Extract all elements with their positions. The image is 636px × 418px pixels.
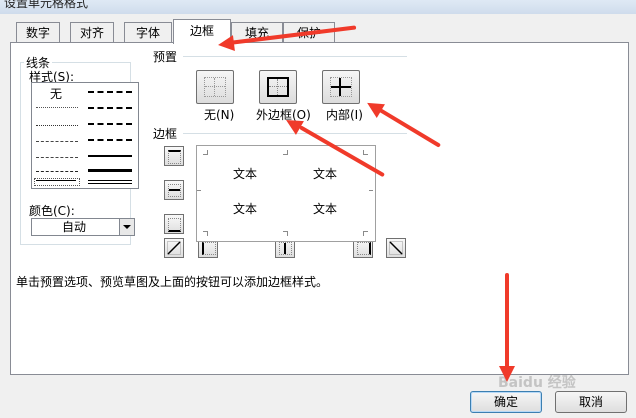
preset-inside-button[interactable] [322,70,360,104]
line-style-dash-dot[interactable] [36,157,78,158]
border-diagonal-up-button[interactable] [164,238,184,258]
line-style-hair[interactable] [36,107,78,108]
preset-none-label: 无(N) [204,108,235,122]
preset-none-icon [204,77,226,97]
preview-corner-mark [283,150,288,155]
preview-corner-mark [363,150,368,155]
line-style-thin[interactable] [36,180,76,181]
annotation-arrow [378,108,442,148]
annotation-arrow [228,25,357,45]
line-style-dash-dot-dot[interactable] [36,141,78,142]
line-style-thick[interactable] [88,169,132,172]
preset-inside-icon [330,77,352,97]
preview-corner-mark [203,150,208,155]
border-diagonal-down-button[interactable] [386,238,406,258]
preview-corner-mark [369,186,373,191]
preview-text: 文本 [233,202,258,216]
hint-text: 单击预置选项、预览草图及上面的按钮可以添加边框样式。 [16,275,329,289]
cancel-button[interactable]: 取消 [555,391,627,413]
diagonal-up-icon [167,241,181,255]
presets-divider [183,56,407,57]
border-top-button[interactable] [164,146,184,166]
preview-corner-mark [363,231,368,236]
border-bottom-button[interactable] [164,214,184,234]
annotation-arrowhead [499,366,515,382]
dropdown-button[interactable] [119,219,134,235]
chevron-down-icon [123,225,131,229]
border-left-icon [202,242,216,255]
border-inside-vertical-icon [279,242,292,255]
preset-inside-label: 内部(I) [326,108,363,122]
diagonal-down-icon [389,241,403,255]
line-style-none[interactable]: 无 [50,85,62,102]
line-style-dashed[interactable] [36,171,78,172]
preview-text: 文本 [233,167,258,181]
line-style-slant-dash-dot[interactable] [88,107,132,109]
line-style-medium-dashed[interactable] [88,139,132,141]
border-right-icon [357,242,371,255]
preset-none-button[interactable] [196,70,234,104]
annotation-arrow [505,273,509,371]
preview-corner-mark [197,186,201,191]
preview-corner-mark [203,231,208,236]
line-style-medium-dash-dot-dot[interactable] [88,91,132,93]
line-style-medium-dash-dot[interactable] [88,123,132,125]
border-inside-horizontal-icon [168,184,181,197]
border-middle-horizontal-button[interactable] [164,180,184,200]
border-group-label: 边框 [153,127,178,141]
line-style-dotted[interactable] [36,125,78,126]
annotation-arrowhead [363,96,385,118]
border-top-icon [168,150,181,164]
preview-corner-mark [283,231,288,236]
preset-outline-icon [267,77,289,97]
line-style-list[interactable]: 无 [31,82,139,189]
line-style-medium[interactable] [88,155,132,157]
line-color-value: 自动 [61,220,86,234]
line-style-double[interactable] [88,180,132,184]
line-color-label: 颜色(C): [29,204,75,218]
ok-button[interactable]: 确定 [470,391,542,413]
presets-group-label: 预置 [153,50,178,64]
preview-text: 文本 [313,202,338,216]
line-color-select[interactable]: 自动 [31,218,135,236]
preview-text: 文本 [313,167,338,181]
annotation-arrowhead [217,35,235,53]
border-bottom-icon [168,218,181,232]
border-preview[interactable]: 文本 文本 文本 文本 [196,145,376,242]
preset-outline-button[interactable] [259,70,297,104]
